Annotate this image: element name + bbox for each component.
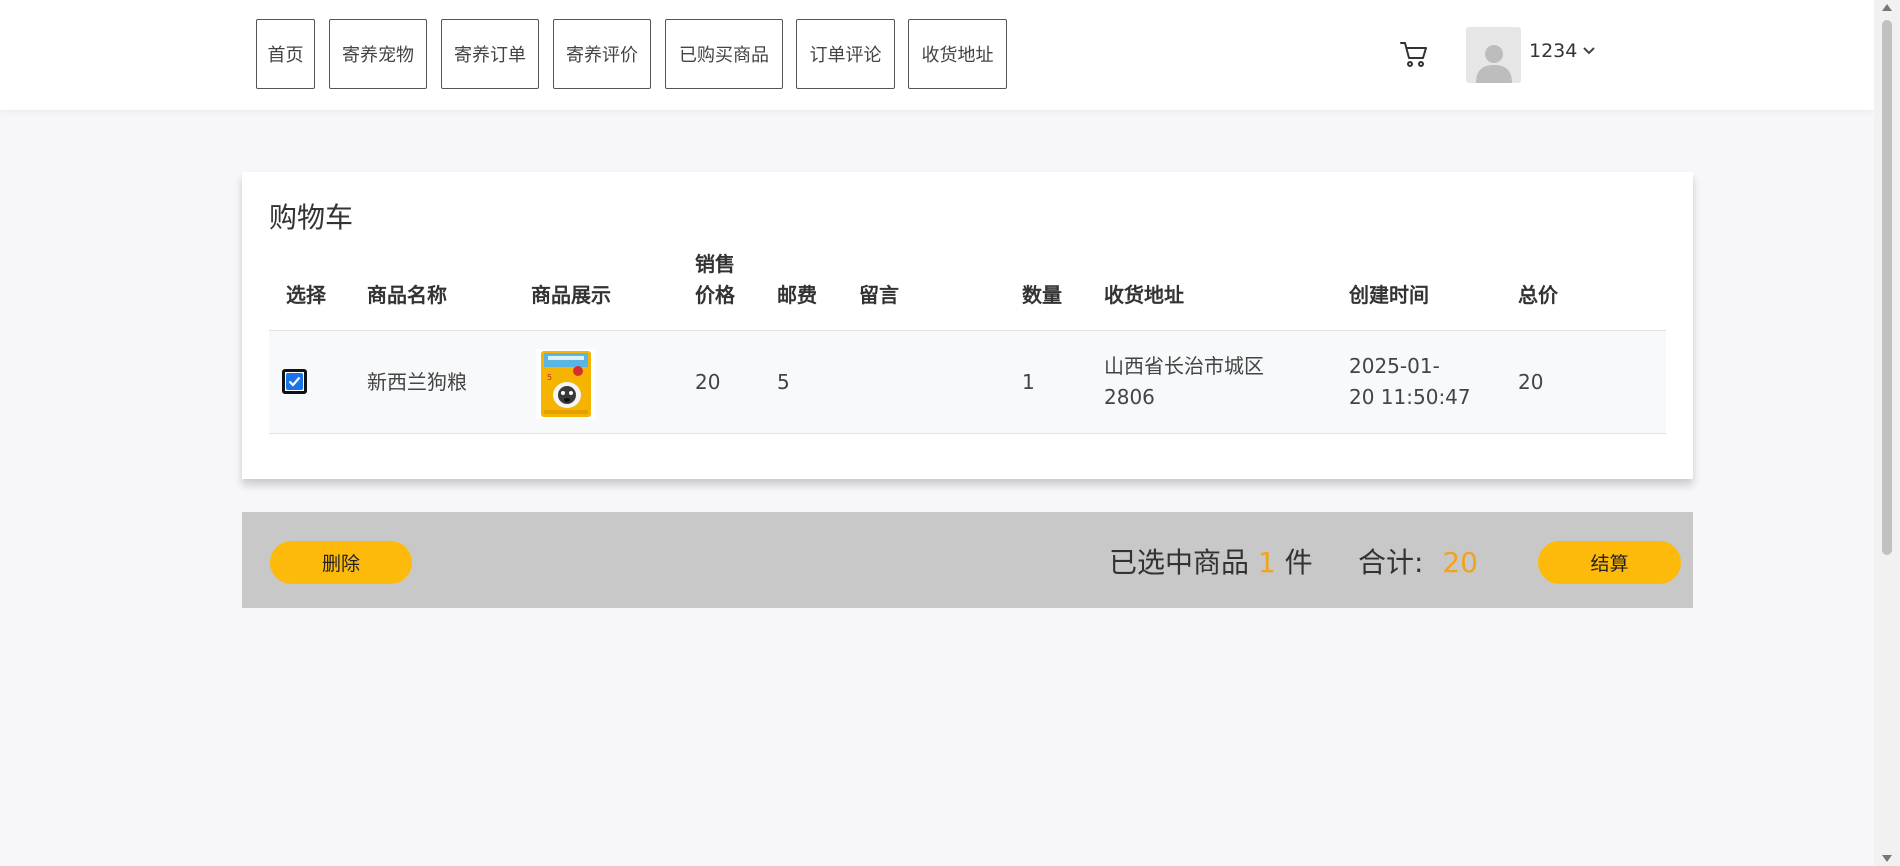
chevron-down-icon bbox=[1583, 47, 1596, 55]
user-avatar[interactable] bbox=[1466, 27, 1521, 83]
total-label: 合计: bbox=[1358, 546, 1424, 579]
header-name: 商品名称 bbox=[367, 283, 447, 307]
nav-foster-orders[interactable]: 寄养订单 bbox=[441, 19, 539, 89]
header-total: 总价 bbox=[1518, 283, 1558, 307]
header-price-line1: 销售 bbox=[695, 252, 735, 276]
header-address: 收货地址 bbox=[1104, 283, 1184, 307]
checkout-bar: 删除 已选中商品 1 件 合计: 20 结算 bbox=[242, 512, 1693, 608]
selected-count-summary: 已选中商品 1 件 bbox=[1109, 541, 1313, 581]
product-postage: 5 bbox=[777, 370, 790, 394]
total-summary: 合计: 20 bbox=[1358, 541, 1478, 581]
nav-shipping-address[interactable]: 收货地址 bbox=[908, 19, 1007, 89]
header-postage: 邮费 bbox=[777, 283, 817, 307]
selected-suffix: 件 bbox=[1284, 546, 1313, 579]
user-menu[interactable]: 1234 bbox=[1529, 40, 1596, 62]
table-header: 选择 商品名称 商品展示 销售 价格 邮费 留言 数量 收货地址 创建时间 总价 bbox=[269, 247, 1666, 331]
total-value: 20 bbox=[1442, 546, 1478, 579]
nav-purchased-goods[interactable]: 已购买商品 bbox=[665, 19, 783, 89]
scroll-down-icon[interactable] bbox=[1882, 855, 1892, 862]
nav-home[interactable]: 首页 bbox=[256, 19, 315, 89]
product-price: 20 bbox=[695, 370, 721, 394]
shipping-address-line2: 2806 bbox=[1104, 385, 1155, 409]
created-time-line2: 20 11:50:47 bbox=[1349, 385, 1471, 409]
shopping-cart-icon[interactable] bbox=[1399, 40, 1429, 68]
created-time-line1: 2025-01- bbox=[1349, 354, 1440, 378]
page-scrollbar[interactable] bbox=[1874, 0, 1900, 866]
cart-table: 选择 商品名称 商品展示 销售 价格 邮费 留言 数量 收货地址 创建时间 总价… bbox=[269, 247, 1666, 434]
selected-prefix: 已选中商品 bbox=[1109, 546, 1250, 579]
shipping-address-line1: 山西省长治市城区 bbox=[1104, 354, 1264, 378]
header-quantity: 数量 bbox=[1022, 283, 1062, 307]
scroll-up-icon[interactable] bbox=[1882, 4, 1892, 11]
header-price-line2: 价格 bbox=[695, 283, 735, 307]
product-name: 新西兰狗粮 bbox=[367, 370, 467, 394]
page-title: 购物车 bbox=[269, 201, 354, 234]
product-image[interactable]: 5 bbox=[536, 349, 595, 419]
row-total-price: 20 bbox=[1518, 370, 1544, 394]
product-quantity: 1 bbox=[1022, 370, 1035, 394]
header-select: 选择 bbox=[286, 283, 326, 307]
header-image: 商品展示 bbox=[531, 283, 611, 307]
checkmark-icon bbox=[286, 373, 303, 390]
checkout-button[interactable]: 结算 bbox=[1538, 541, 1681, 584]
nav-foster-pets[interactable]: 寄养宠物 bbox=[329, 19, 427, 89]
user-silhouette-icon bbox=[1475, 45, 1512, 83]
row-select-checkbox[interactable] bbox=[282, 369, 307, 394]
svg-text:5: 5 bbox=[547, 373, 552, 382]
selected-count: 1 bbox=[1257, 546, 1276, 579]
scrollbar-thumb[interactable] bbox=[1882, 20, 1892, 555]
username-label: 1234 bbox=[1529, 40, 1578, 62]
delete-button[interactable]: 删除 bbox=[270, 541, 412, 584]
table-row: 新西兰狗粮 5 20 5 1 山西省长治市城区 2806 2025-01- 20… bbox=[269, 331, 1666, 434]
header-message: 留言 bbox=[859, 283, 899, 307]
header-created: 创建时间 bbox=[1349, 283, 1429, 307]
cart-panel: 购物车 选择 商品名称 商品展示 销售 价格 邮费 留言 数量 收货地址 创建时… bbox=[242, 172, 1693, 479]
nav-foster-reviews[interactable]: 寄养评价 bbox=[553, 19, 651, 89]
top-header: 首页 寄养宠物 寄养订单 寄养评价 已购买商品 订单评论 收货地址 1234 bbox=[0, 0, 1874, 110]
nav-order-comments[interactable]: 订单评论 bbox=[796, 19, 895, 89]
